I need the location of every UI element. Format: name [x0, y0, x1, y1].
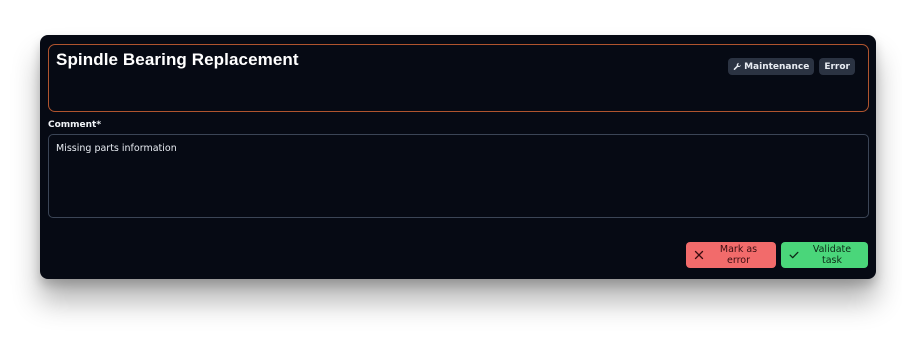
close-icon: [694, 250, 704, 260]
mark-as-error-label: Mark as error: [719, 244, 758, 266]
task-tags: Maintenance Error: [728, 58, 855, 75]
task-title: Spindle Bearing Replacement: [56, 50, 299, 69]
action-bar: Mark as error Validate task: [686, 242, 868, 268]
wrench-icon: [733, 62, 742, 71]
validate-task-label: Validate task: [812, 244, 852, 266]
tag-maintenance: Maintenance: [728, 58, 815, 75]
check-icon: [789, 250, 799, 260]
comment-field[interactable]: [48, 134, 869, 218]
task-header: Spindle Bearing Replacement Maintenance …: [48, 44, 869, 112]
tag-label: Error: [824, 61, 850, 72]
tag-error: Error: [819, 58, 855, 75]
comment-label: Comment*: [48, 120, 102, 130]
task-card: Spindle Bearing Replacement Maintenance …: [40, 35, 876, 279]
mark-as-error-button[interactable]: Mark as error: [686, 242, 776, 268]
validate-task-button[interactable]: Validate task: [781, 242, 868, 268]
tag-label: Maintenance: [744, 61, 810, 72]
